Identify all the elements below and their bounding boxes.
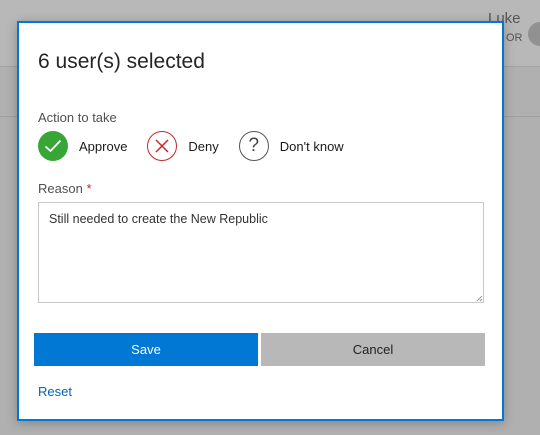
dont-know-option[interactable]: ? Don't know	[238, 131, 344, 161]
dialog-title: 6 user(s) selected	[38, 50, 205, 73]
check-icon	[38, 131, 68, 161]
reason-textarea[interactable]	[38, 202, 484, 303]
dont-know-label: Don't know	[279, 138, 344, 154]
deny-label: Deny	[188, 138, 219, 154]
approve-label: Approve	[79, 138, 128, 154]
reset-link[interactable]: Reset	[38, 384, 72, 399]
resize-grip-icon[interactable]	[476, 295, 483, 302]
save-button[interactable]: Save	[34, 333, 258, 366]
x-icon	[147, 131, 178, 161]
required-indicator: *	[86, 181, 92, 196]
reason-label-text: Reason	[38, 181, 83, 196]
cancel-button[interactable]: Cancel	[261, 333, 485, 366]
review-dialog: 6 user(s) selected Action to take Approv…	[17, 21, 504, 421]
approve-option[interactable]: Approve	[38, 131, 127, 161]
deny-option[interactable]: Deny	[147, 131, 219, 161]
reason-label: Reason *	[38, 181, 92, 196]
question-icon: ?	[238, 131, 269, 161]
action-options: Approve Deny ? Don't know	[38, 129, 364, 163]
action-label: Action to take	[38, 110, 117, 125]
